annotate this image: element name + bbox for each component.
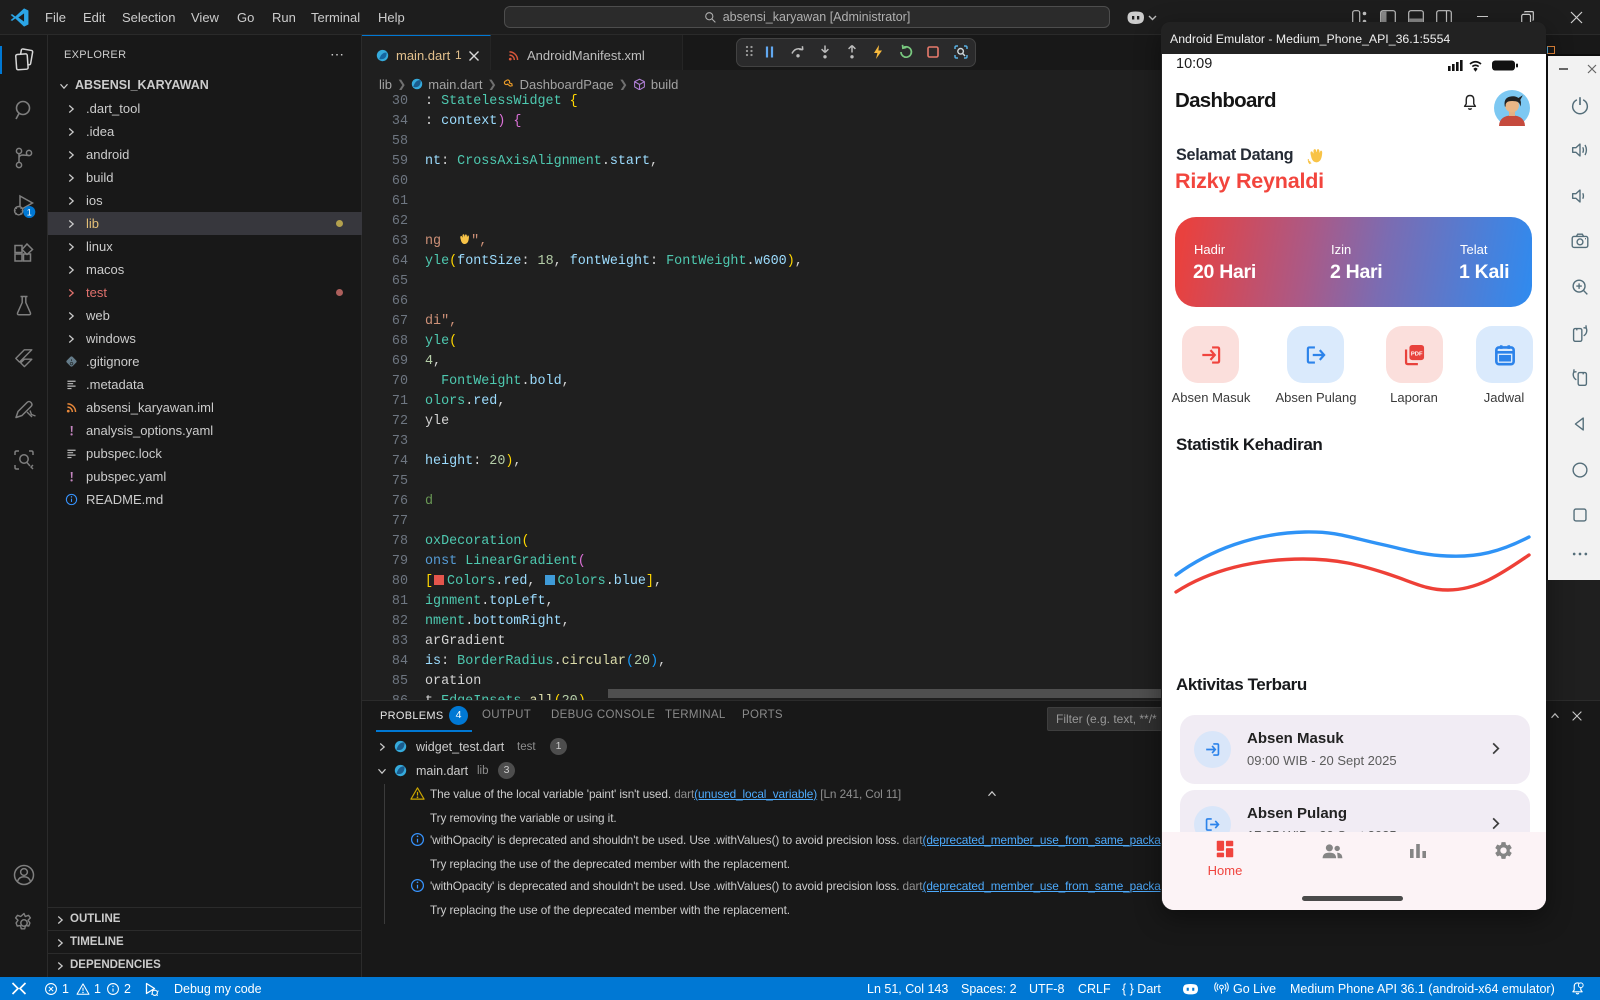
svg-text:1: 1 [27, 208, 32, 218]
svg-text:PDF: PDF [1411, 351, 1423, 357]
